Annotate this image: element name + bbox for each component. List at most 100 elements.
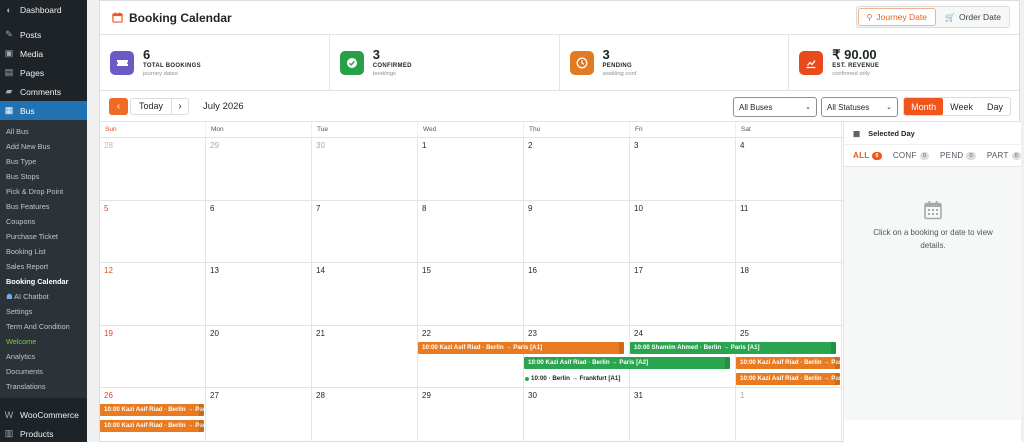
day-cell[interactable]: 29 [418, 388, 524, 442]
event-label: 10:00 · Berlin → Frankfurt [A1] [531, 374, 621, 382]
tab-partial[interactable]: PART 0 [986, 151, 1022, 160]
day-cell[interactable]: 30 [312, 138, 418, 200]
booking-event[interactable]: 10:00 Kazi Asif Riad · Berlin → Paris [A… [524, 357, 730, 369]
day-cell[interactable]: 2 [524, 138, 630, 200]
booking-event[interactable]: 10:00 Kazi Asif Riad · Berlin → Paris [100, 419, 204, 432]
menu-comments[interactable]: ▰ Comments [0, 82, 87, 101]
submenu-item[interactable]: Pick & Drop Point [0, 184, 87, 199]
booking-event[interactable]: 10:00 Kazi Asif Riad · Berlin → Paris [736, 357, 840, 369]
tab-all[interactable]: ALL 6 [853, 151, 882, 160]
submenu-item[interactable]: Bus Stops [0, 169, 87, 184]
day-cell[interactable]: 5 [100, 200, 206, 262]
booking-event[interactable]: 10:00 Shamim Ahmed · Berlin → Paris [A1] [630, 341, 836, 354]
view-day-button[interactable]: Day [980, 98, 1010, 115]
day-cell[interactable]: 28 [312, 388, 418, 442]
submenu-item-welcome[interactable]: Welcome [0, 334, 87, 349]
next-month-button[interactable]: › [172, 101, 188, 112]
stat-number: ₹ 90.00 [832, 47, 877, 62]
day-cell[interactable]: 18 [736, 263, 842, 325]
day-cell[interactable]: 29 [206, 138, 312, 200]
menu-label: Comments [20, 86, 62, 97]
day-cell[interactable]: 17 [630, 263, 736, 325]
day-cell[interactable]: 1 [736, 388, 842, 442]
submenu-item-current[interactable]: Booking Calendar [0, 274, 87, 289]
submenu-item[interactable]: Documents [0, 364, 87, 379]
menu-products[interactable]: ▥ Products [0, 424, 87, 442]
booking-event[interactable]: 10:00 Kazi Asif Riad · Berlin → Paris [100, 404, 204, 416]
view-month-button[interactable]: Month [904, 98, 944, 115]
tab-confirmed[interactable]: CONF 0 [893, 151, 930, 160]
day-cell[interactable]: 12 [100, 263, 206, 325]
order-date-button[interactable]: 🛒 Order Date [937, 7, 1009, 27]
prev-month-button[interactable]: ‹ [109, 97, 128, 115]
view-week-button[interactable]: Week [943, 98, 980, 115]
submenu-item[interactable]: Settings [0, 304, 87, 319]
day-cell[interactable]: 11 [736, 200, 842, 262]
submenu-item[interactable]: Sales Report [0, 259, 87, 274]
day-cell[interactable]: 3 [630, 138, 736, 200]
submenu-item[interactable]: All Bus [0, 124, 87, 139]
event-resize-handle [725, 357, 730, 369]
submenu-item[interactable]: Translations [0, 379, 87, 394]
day-cell[interactable]: 14 [312, 263, 418, 325]
today-button[interactable]: Today [131, 98, 173, 114]
submenu-item[interactable]: Term And Condition [0, 319, 87, 334]
day-cell[interactable]: 1 [418, 138, 524, 200]
menu-label: Dashboard [20, 4, 62, 15]
menu-posts[interactable]: ✎ Posts [0, 25, 87, 44]
submenu-item[interactable]: Bus Features [0, 199, 87, 214]
day-cell[interactable]: 13 [206, 263, 312, 325]
submenu-label: AI Chatbot [14, 292, 49, 301]
menu-media[interactable]: ▣ Media [0, 44, 87, 63]
day-cell[interactable]: 27 [206, 388, 312, 442]
day-cell[interactable]: 4 [736, 138, 842, 200]
tab-label: PART [986, 151, 1009, 160]
comment-icon: ▰ [5, 86, 13, 96]
booking-event[interactable]: 10:00 · Berlin → Frankfurt [A1] [524, 373, 628, 385]
status-filter-select[interactable]: All Statuses ⌄ [821, 97, 898, 117]
week-row: 28 29 30 1 2 3 4 [100, 138, 843, 201]
booking-event[interactable]: 10:00 Kazi Asif Riad · Berlin → Paris [736, 372, 840, 385]
day-cell[interactable]: 6 [206, 200, 312, 262]
bus-filter-select[interactable]: All Buses ⌄ [733, 97, 817, 117]
journey-date-button[interactable]: ⚲ Journey Date [857, 8, 936, 26]
day-cell[interactable]: 28 [100, 138, 206, 200]
tab-pending[interactable]: PEND 0 [940, 151, 976, 160]
menu-bus[interactable]: ▦ Bus [0, 101, 87, 120]
weekday-label: Wed [418, 122, 524, 137]
submenu-item[interactable]: Analytics [0, 349, 87, 364]
weekday-label: Fri [630, 122, 736, 137]
day-cell[interactable]: 31 [630, 388, 736, 442]
menu-woocommerce[interactable]: W WooCommerce [0, 405, 87, 424]
day-cell[interactable]: 19 [100, 325, 206, 387]
submenu-item[interactable]: Purchase Ticket [0, 229, 87, 244]
day-cell[interactable]: 20 [206, 325, 312, 387]
submenu-item[interactable]: Coupons [0, 214, 87, 229]
day-cell[interactable]: 16 [524, 263, 630, 325]
tab-count: 0 [966, 151, 976, 160]
submenu-item[interactable]: Bus Type [0, 154, 87, 169]
woo-icon: W [4, 409, 14, 420]
submenu-item[interactable]: Booking List [0, 244, 87, 259]
menu-dashboard[interactable]: ◐ Dashboard [0, 0, 87, 19]
submenu-item[interactable]: Add New Bus [0, 139, 87, 154]
day-cell[interactable]: 15 [418, 263, 524, 325]
day-cell[interactable]: 9 [524, 200, 630, 262]
tab-label: ALL [853, 151, 870, 160]
event-label: 10:00 Kazi Asif Riad · Berlin → Paris [A… [422, 343, 543, 351]
week-row: 12 13 14 15 16 17 18 [100, 263, 843, 326]
day-cell[interactable]: 22 [418, 325, 524, 387]
submenu-item-chatbot[interactable]: ☗ AI Chatbot [0, 289, 87, 304]
event-label: 10:00 Kazi Asif Riad · Berlin → Paris [740, 374, 840, 382]
bus-submenu: All Bus Add New Bus Bus Type Bus Stops P… [0, 120, 87, 398]
day-cell[interactable]: 7 [312, 200, 418, 262]
tab-count: 0 [1011, 151, 1022, 160]
weekday-label: Mon [206, 122, 312, 137]
day-cell[interactable]: 10 [630, 200, 736, 262]
event-resize-handle [831, 341, 836, 354]
day-cell[interactable]: 21 [312, 325, 418, 387]
day-cell[interactable]: 8 [418, 200, 524, 262]
menu-pages[interactable]: ▤ Pages [0, 63, 87, 82]
day-cell[interactable]: 30 [524, 388, 630, 442]
booking-event[interactable]: 10:00 Kazi Asif Riad · Berlin → Paris [A… [418, 341, 624, 354]
